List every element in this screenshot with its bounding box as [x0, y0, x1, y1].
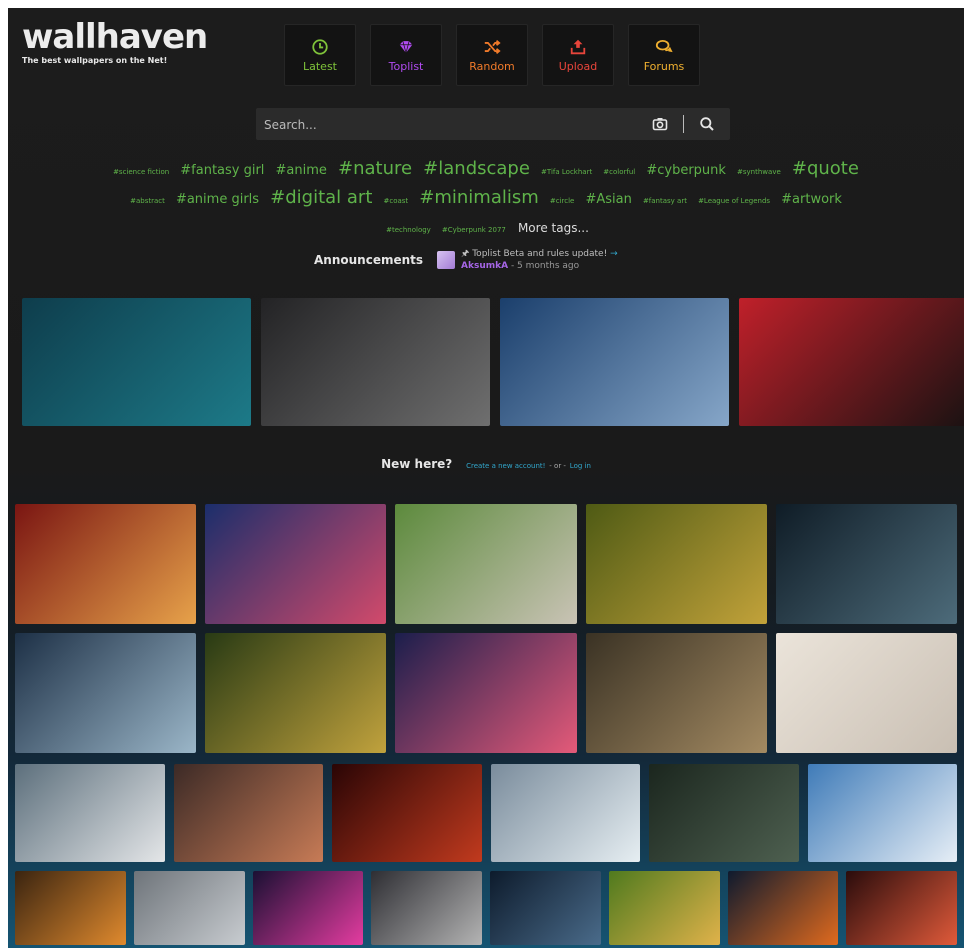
search-bar — [256, 108, 730, 142]
wallpaper-thumbnail[interactable] — [585, 504, 767, 624]
wallpaper-thumbnail[interactable] — [133, 871, 245, 945]
announcement-link[interactable]: Toplist Beta and rules update! — [472, 249, 607, 259]
nav-random-label: Random — [469, 59, 515, 73]
shuffle-icon — [484, 39, 501, 54]
tag-link[interactable]: #synthwave — [737, 168, 781, 176]
upload-icon — [570, 39, 586, 54]
tag-link[interactable]: #League of Legends — [698, 197, 770, 205]
nav-latest-label: Latest — [303, 59, 337, 73]
announcement-time: - 5 months ago — [510, 261, 580, 271]
new-here-question: New here? — [381, 457, 453, 471]
wallpaper-thumbnail[interactable] — [15, 504, 197, 624]
chat-icon — [655, 39, 673, 52]
diamond-icon — [399, 40, 413, 54]
wallpaper-thumbnail[interactable] — [173, 764, 323, 862]
nav-random-button[interactable]: Random — [456, 24, 528, 86]
tag-link[interactable]: #fantasy art — [643, 197, 687, 205]
featured-thumbnail[interactable] — [500, 298, 729, 426]
featured-wallpapers — [22, 298, 964, 426]
new-here-bar: New here? Create a new account! - or - L… — [8, 457, 964, 471]
wallpaper-thumbnail[interactable] — [585, 633, 767, 753]
tag-link[interactable]: #digital art — [270, 187, 372, 208]
tag-link[interactable]: #artwork — [781, 192, 842, 207]
search-divider — [683, 115, 684, 133]
more-tags-link[interactable]: More tags... — [518, 221, 589, 235]
logo-tagline: The best wallpapers on the Net! — [22, 56, 168, 65]
search-icon[interactable] — [699, 116, 715, 132]
wallpaper-thumbnail[interactable] — [205, 504, 387, 624]
featured-thumbnail[interactable] — [22, 298, 251, 426]
nav-toplist-button[interactable]: Toplist — [370, 24, 442, 86]
featured-thumbnail[interactable] — [739, 298, 964, 426]
tag-link[interactable]: #science fiction — [113, 168, 169, 176]
tag-link[interactable]: #quote — [792, 158, 859, 179]
wallpaper-thumbnail[interactable] — [775, 504, 957, 624]
page-frame: wallhaven The best wallpapers on the Net… — [8, 8, 964, 948]
tag-link[interactable]: #Tifa Lockhart — [541, 168, 592, 176]
wallpaper-thumbnail[interactable] — [395, 504, 577, 624]
wallpaper-thumbnail[interactable] — [395, 633, 577, 753]
nav-toplist-label: Toplist — [388, 59, 424, 73]
wallpaper-thumbnail[interactable] — [205, 633, 387, 753]
tag-link[interactable]: #landscape — [423, 158, 530, 179]
nav-upload-label: Upload — [558, 59, 598, 73]
wallpaper-thumbnail[interactable] — [15, 871, 126, 945]
header: wallhaven The best wallpapers on the Net… — [8, 8, 964, 100]
nav-upload-button[interactable]: Upload — [542, 24, 614, 86]
wallpaper-thumbnail[interactable] — [490, 871, 601, 945]
camera-icon[interactable] — [652, 116, 668, 132]
wallpaper-thumbnail[interactable] — [807, 764, 957, 862]
wallpaper-thumbnail[interactable] — [490, 764, 640, 862]
main-nav: Latest Toplist Random Upload Forums — [284, 24, 700, 86]
tag-link[interactable]: #colorful — [603, 168, 635, 176]
tag-link[interactable]: #fantasy girl — [180, 163, 264, 178]
announcement-author[interactable]: AksumkA — [461, 261, 508, 271]
wallpaper-thumbnail[interactable] — [332, 764, 482, 862]
create-account-link[interactable]: Create a new account! — [466, 462, 545, 470]
wallpaper-thumbnail[interactable] — [846, 871, 957, 945]
tag-link[interactable]: #coast — [383, 197, 408, 205]
logo-text: wallhaven — [22, 17, 208, 57]
logo[interactable]: wallhaven The best wallpapers on the Net… — [22, 17, 208, 65]
announcements: Announcements 🖈 Toplist Beta and rules u… — [314, 248, 618, 272]
announcements-title: Announcements — [314, 253, 424, 267]
wallpaper-thumbnail[interactable] — [775, 633, 957, 753]
tag-link[interactable]: #abstract — [130, 197, 165, 205]
wallpaper-thumbnail[interactable] — [608, 871, 720, 945]
featured-thumbnail[interactable] — [261, 298, 490, 426]
wallpaper-thumbnail[interactable] — [15, 764, 165, 862]
wallpaper-thumbnail[interactable] — [649, 764, 799, 862]
tag-link[interactable]: #Asian — [585, 192, 631, 207]
wallpaper-thumbnail[interactable] — [727, 871, 839, 945]
pin-icon: 🖈 — [461, 249, 473, 259]
wallpaper-thumbnail[interactable] — [252, 871, 364, 945]
tag-link[interactable]: #cyberpunk — [646, 163, 726, 178]
avatar[interactable] — [437, 251, 456, 269]
tag-link[interactable]: #nature — [338, 158, 412, 179]
tag-link[interactable]: #Cyberpunk 2077 — [442, 226, 506, 234]
tag-link[interactable]: #anime — [276, 163, 327, 178]
wallpaper-thumbnail[interactable] — [15, 633, 197, 753]
login-link[interactable]: Log in — [570, 462, 591, 470]
nav-forums-label: Forums — [643, 59, 685, 73]
arrow-right-icon: → — [607, 249, 618, 259]
or-separator: - or - — [549, 462, 566, 470]
popular-tags: #science fiction #fantasy girl #anime #n… — [108, 156, 864, 243]
tag-link[interactable]: #circle — [550, 197, 574, 205]
tag-link[interactable]: #technology — [386, 226, 431, 234]
nav-latest-button[interactable]: Latest — [284, 24, 356, 86]
clock-icon — [312, 38, 328, 55]
tag-link[interactable]: #anime girls — [176, 192, 259, 207]
nav-forums-button[interactable]: Forums — [628, 24, 700, 86]
search-input[interactable] — [256, 108, 646, 142]
wallpaper-thumbnail[interactable] — [371, 871, 482, 945]
tag-link[interactable]: #minimalism — [419, 187, 539, 208]
announcement-item: 🖈 Toplist Beta and rules update! → Aksum… — [461, 248, 618, 272]
